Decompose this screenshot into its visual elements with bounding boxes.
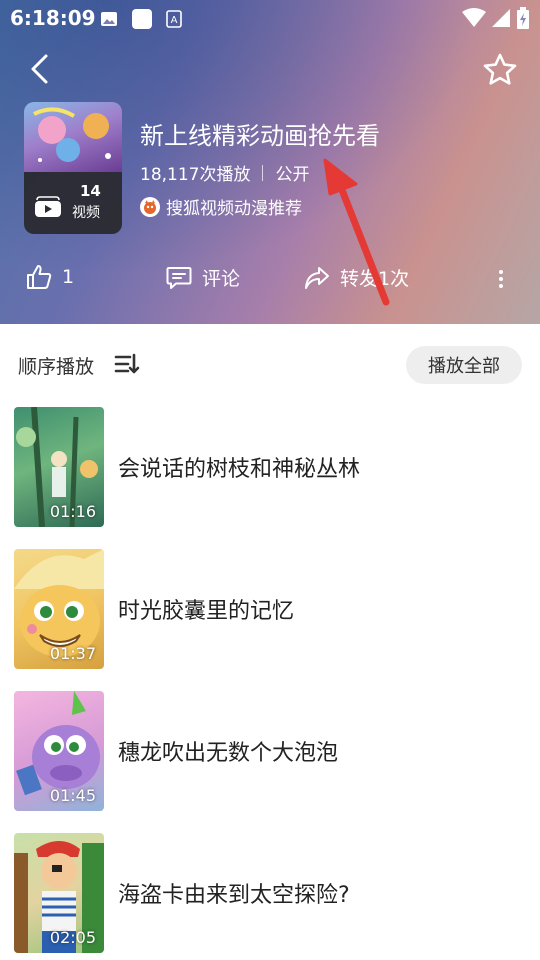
annotation-arrow bbox=[323, 158, 390, 306]
